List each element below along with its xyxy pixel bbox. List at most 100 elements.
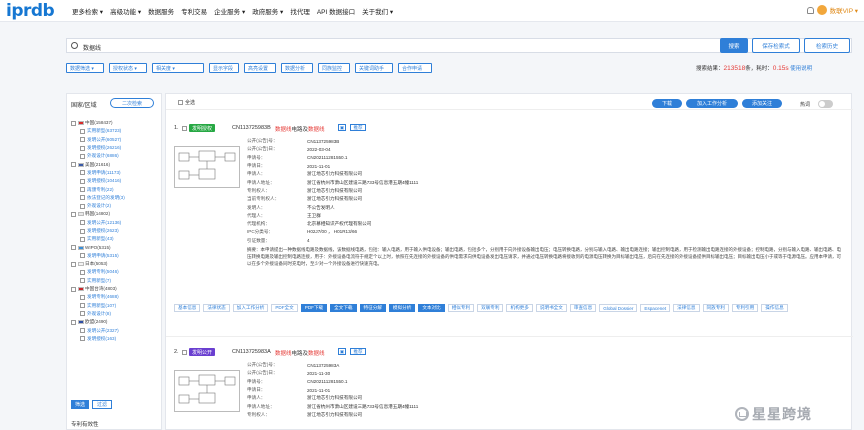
nav-item[interactable]: 专利交易 [181,6,207,16]
search-button[interactable]: 搜索 [720,38,748,53]
tree-checkbox[interactable] [80,145,85,151]
secondary-search-button[interactable]: 二次检索 [110,98,154,108]
nav-item[interactable]: 政府服务 ▾ [252,6,283,16]
nav-item[interactable]: 企业服务 ▾ [214,6,245,16]
result-action-button[interactable]: 加入工作分析 [232,304,269,312]
save-query-button[interactable]: 保存检索式 [752,38,800,53]
tree-item[interactable]: 实用新型(63723) [71,127,161,135]
tree-item[interactable]: 发明授权(10416) [71,177,161,185]
add-analysis-button[interactable]: 加入工作分析 [686,99,738,108]
tree-checkbox[interactable] [80,294,85,300]
tree-item[interactable]: 发明申请(11173) [71,169,161,177]
filter-button[interactable]: 数据分析 [281,63,313,73]
tree-checkbox[interactable] [71,162,76,168]
result-action-button[interactable]: Espacenet [640,304,671,312]
tree-item[interactable]: 实用新型(43) [71,235,161,243]
patent-number[interactable]: CN113725983B [232,125,271,131]
tree-checkbox[interactable] [71,286,76,292]
tree-checkbox[interactable] [80,311,85,317]
tree-checkbox[interactable] [71,120,76,126]
result-action-button[interactable]: 全文下载 [330,304,357,312]
avatar[interactable] [816,5,827,15]
result-action-button[interactable]: 法律信息 [673,304,700,312]
result-action-button[interactable]: 双联专利 [477,304,504,312]
result-action-button[interactable]: 模拟分析 [388,304,416,312]
result-action-button[interactable]: Global Dossier [599,304,638,312]
tree-item[interactable]: WIPO(5315) [71,243,161,251]
tree-item[interactable]: 发明授权(26216) [71,144,161,152]
tree-item[interactable]: 韩国(14802) [71,210,161,218]
filter-button[interactable]: 合作申请 [398,63,432,73]
result-action-button[interactable]: 专利引用 [731,304,759,312]
filter-button[interactable]: 关键词助手 [355,63,393,73]
tree-item[interactable]: 再颁专利(22) [71,185,161,193]
tree-checkbox[interactable] [80,269,85,275]
tree-checkbox[interactable] [80,170,85,176]
result-action-button[interactable]: 基本信息 [174,304,201,312]
select-all-checkbox[interactable] [178,100,183,105]
nav-item[interactable]: API 数据接口 [317,6,355,16]
site-logo[interactable]: iprdb [6,1,55,21]
nav-item[interactable]: 找代理 [290,6,310,16]
tree-item[interactable]: 中国台湾(4803) [71,285,161,293]
patent-title[interactable]: 数据线电路及数据线 [275,349,325,357]
result-action-button[interactable]: 文本对比 [418,304,445,312]
patent-icon[interactable]: ▣ [338,124,346,131]
user-name[interactable]: 数联VIP ▾ [830,5,858,15]
tree-item[interactable]: 外观设计(2) [71,202,161,210]
result-action-button[interactable]: PDF下载 [300,304,328,312]
filter-button[interactable]: 显示字段 [209,63,239,73]
tree-item[interactable]: 发明专利(4688) [71,293,161,301]
drawing-thumbnail[interactable] [174,370,240,412]
tree-item[interactable]: 发明公开(2327) [71,326,161,334]
select-all[interactable]: 全选 [178,99,195,106]
result-action-button[interactable]: 机构更多 [506,304,533,312]
filter-button[interactable]: 同族监控 [318,63,350,73]
result-checkbox[interactable] [182,126,187,131]
nav-item[interactable]: 关于我们 ▾ [362,6,393,16]
tree-checkbox[interactable] [80,328,85,334]
nav-item[interactable]: 高级功能 ▾ [110,6,141,16]
tree-checkbox[interactable] [71,245,76,251]
tree-checkbox[interactable] [80,236,85,242]
result-action-button[interactable]: 审查信息 [569,304,597,312]
tree-checkbox[interactable] [80,278,85,284]
drawing-thumbnail[interactable] [174,146,240,188]
patent-icon[interactable]: ▣ [338,348,346,355]
patent-number[interactable]: CN113725983A [232,349,271,355]
bell-icon[interactable] [806,6,814,14]
exclude-filter-button[interactable]: 过滤 [92,400,113,409]
tree-item[interactable]: 发明授权(2623) [71,227,161,235]
tree-checkbox[interactable] [80,137,85,143]
tree-item[interactable]: 中国(158437) [71,119,161,127]
tree-item[interactable]: 日本(5053) [71,260,161,268]
tree-item[interactable]: 发明专利(5046) [71,268,161,276]
tree-item[interactable]: 外观设计(6886) [71,152,161,160]
tree-checkbox[interactable] [80,195,85,201]
tree-checkbox[interactable] [80,178,85,184]
recommend-button[interactable]: 推荐 [350,124,366,131]
search-history-button[interactable]: 检索历史 [804,38,850,53]
tree-item[interactable]: 实用新型(107) [71,302,161,310]
user-area[interactable]: 数联VIP ▾ [806,5,858,15]
tree-item[interactable]: 实用新型(7) [71,277,161,285]
tree-checkbox[interactable] [80,128,85,134]
filter-button[interactable]: 高亮设置 [244,63,276,73]
tree-item[interactable]: 发明公开(12136) [71,219,161,227]
filter-button[interactable]: 数据筛选 ▾ [66,63,104,73]
result-action-button[interactable]: 同族专利 [702,304,729,312]
tree-item[interactable]: 依法登记的发明(3) [71,194,161,202]
tree-checkbox[interactable] [80,203,85,209]
tree-checkbox[interactable] [80,187,85,193]
tree-checkbox[interactable] [71,261,76,267]
filter-button[interactable]: 相关度 ▾ [152,63,204,73]
tree-item[interactable]: 发明授权(163) [71,335,161,343]
tree-checkbox[interactable] [80,303,85,309]
nav-item[interactable]: 数据服务 [148,6,174,16]
validity-section[interactable]: 专利有效性 [71,420,99,428]
tree-checkbox[interactable] [80,228,85,234]
usage-link[interactable]: 使用说明 [790,66,812,72]
tree-item[interactable]: 发明申请(5315) [71,252,161,260]
result-action-button[interactable]: 法律状态 [203,304,230,312]
patent-title[interactable]: 数据线电路及数据线 [275,125,325,133]
